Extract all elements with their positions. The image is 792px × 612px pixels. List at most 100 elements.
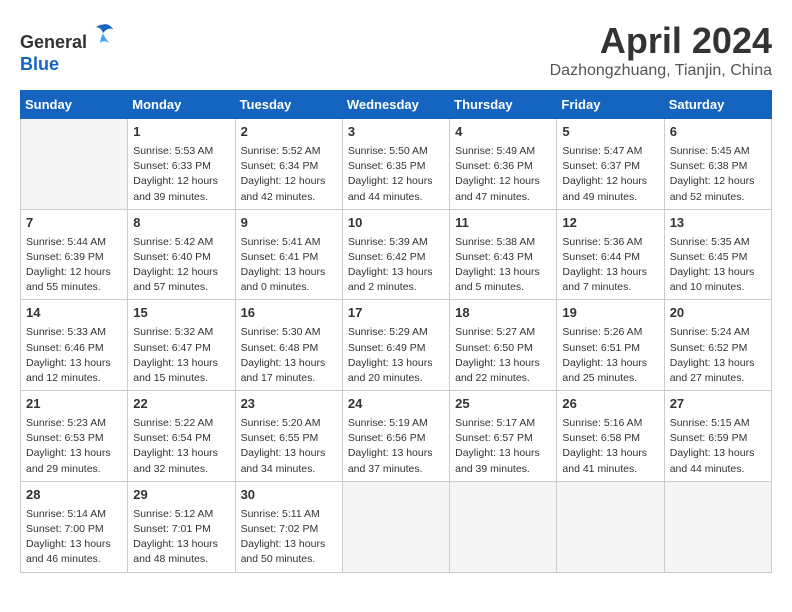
day-info: Sunrise: 5:17 AMSunset: 6:57 PMDaylight:… <box>455 416 551 477</box>
calendar-cell: 7 Sunrise: 5:44 AMSunset: 6:39 PMDaylight… <box>21 209 128 300</box>
calendar-cell: 20Sunrise: 5:24 AMSunset: 6:52 PMDayligh… <box>664 300 771 391</box>
column-header-tuesday: Tuesday <box>235 91 342 119</box>
calendar-cell: 12Sunrise: 5:36 AMSunset: 6:44 PMDayligh… <box>557 209 664 300</box>
column-header-friday: Friday <box>557 91 664 119</box>
column-header-saturday: Saturday <box>664 91 771 119</box>
logo: General Blue <box>20 20 117 75</box>
day-number: 16 <box>241 304 337 323</box>
day-number: 8 <box>133 214 229 233</box>
column-header-sunday: Sunday <box>21 91 128 119</box>
column-header-thursday: Thursday <box>450 91 557 119</box>
calendar-cell: 2 Sunrise: 5:52 AMSunset: 6:34 PMDaylight… <box>235 119 342 210</box>
day-info: Sunrise: 5:50 AMSunset: 6:35 PMDaylight:… <box>348 144 444 205</box>
day-info: Sunrise: 5:14 AMSunset: 7:00 PMDaylight:… <box>26 507 122 568</box>
day-number: 7 <box>26 214 122 233</box>
day-info: Sunrise: 5:53 AMSunset: 6:33 PMDaylight:… <box>133 144 229 205</box>
day-number: 24 <box>348 395 444 414</box>
logo-bird-icon <box>89 20 117 48</box>
calendar-cell: 25 Sunrise: 5:17 AMSunset: 6:57 PMDayligh… <box>450 391 557 482</box>
calendar-cell: 5Sunrise: 5:47 AMSunset: 6:37 PMDaylight… <box>557 119 664 210</box>
calendar-week-row: 7 Sunrise: 5:44 AMSunset: 6:39 PMDaylight… <box>21 209 772 300</box>
calendar-week-row: 14 Sunrise: 5:33 AMSunset: 6:46 PMDayligh… <box>21 300 772 391</box>
day-info: Sunrise: 5:33 AMSunset: 6:46 PMDaylight:… <box>26 325 122 386</box>
calendar-cell: 14 Sunrise: 5:33 AMSunset: 6:46 PMDayligh… <box>21 300 128 391</box>
day-number: 15 <box>133 304 229 323</box>
day-number: 9 <box>241 214 337 233</box>
day-info: Sunrise: 5:27 AMSunset: 6:50 PMDaylight:… <box>455 325 551 386</box>
calendar-cell: 29 Sunrise: 5:12 AMSunset: 7:01 PMDayligh… <box>128 481 235 572</box>
calendar-week-row: 21 Sunrise: 5:23 AMSunset: 6:53 PMDayligh… <box>21 391 772 482</box>
day-info: Sunrise: 5:35 AMSunset: 6:45 PMDaylight:… <box>670 235 766 296</box>
day-number: 17 <box>348 304 444 323</box>
day-info: Sunrise: 5:12 AMSunset: 7:01 PMDaylight:… <box>133 507 229 568</box>
day-info: Sunrise: 5:11 AMSunset: 7:02 PMDaylight:… <box>241 507 337 568</box>
day-number: 21 <box>26 395 122 414</box>
day-number: 13 <box>670 214 766 233</box>
calendar-cell: 21 Sunrise: 5:23 AMSunset: 6:53 PMDayligh… <box>21 391 128 482</box>
day-number: 14 <box>26 304 122 323</box>
day-info: Sunrise: 5:47 AMSunset: 6:37 PMDaylight:… <box>562 144 658 205</box>
day-info: Sunrise: 5:32 AMSunset: 6:47 PMDaylight:… <box>133 325 229 386</box>
calendar-cell: 17 Sunrise: 5:29 AMSunset: 6:49 PMDayligh… <box>342 300 449 391</box>
day-info: Sunrise: 5:22 AMSunset: 6:54 PMDaylight:… <box>133 416 229 477</box>
column-header-wednesday: Wednesday <box>342 91 449 119</box>
calendar-cell: 15 Sunrise: 5:32 AMSunset: 6:47 PMDayligh… <box>128 300 235 391</box>
calendar-cell <box>450 481 557 572</box>
day-number: 23 <box>241 395 337 414</box>
day-number: 10 <box>348 214 444 233</box>
day-info: Sunrise: 5:23 AMSunset: 6:53 PMDaylight:… <box>26 416 122 477</box>
calendar-cell <box>21 119 128 210</box>
day-info: Sunrise: 5:41 AMSunset: 6:41 PMDaylight:… <box>241 235 337 296</box>
calendar-cell: 19 Sunrise: 5:26 AMSunset: 6:51 PMDayligh… <box>557 300 664 391</box>
day-info: Sunrise: 5:20 AMSunset: 6:55 PMDaylight:… <box>241 416 337 477</box>
page-header: General Blue April 2024 Dazhongzhuang, T… <box>20 20 772 80</box>
calendar-header-row: SundayMondayTuesdayWednesdayThursdayFrid… <box>21 91 772 119</box>
day-number: 28 <box>26 486 122 505</box>
day-info: Sunrise: 5:26 AMSunset: 6:51 PMDaylight:… <box>562 325 658 386</box>
calendar-cell: 22 Sunrise: 5:22 AMSunset: 6:54 PMDayligh… <box>128 391 235 482</box>
calendar-table: SundayMondayTuesdayWednesdayThursdayFrid… <box>20 90 772 573</box>
calendar-cell: 13 Sunrise: 5:35 AMSunset: 6:45 PMDayligh… <box>664 209 771 300</box>
day-info: Sunrise: 5:15 AMSunset: 6:59 PMDaylight:… <box>670 416 766 477</box>
calendar-cell: 27 Sunrise: 5:15 AMSunset: 6:59 PMDayligh… <box>664 391 771 482</box>
day-info: Sunrise: 5:29 AMSunset: 6:49 PMDaylight:… <box>348 325 444 386</box>
day-info: Sunrise: 5:49 AMSunset: 6:36 PMDaylight:… <box>455 144 551 205</box>
day-number: 2 <box>241 123 337 142</box>
calendar-week-row: 1 Sunrise: 5:53 AMSunset: 6:33 PMDaylight… <box>21 119 772 210</box>
day-number: 6 <box>670 123 766 142</box>
day-number: 18 <box>455 304 551 323</box>
calendar-cell: 10Sunrise: 5:39 AMSunset: 6:42 PMDayligh… <box>342 209 449 300</box>
day-info: Sunrise: 5:44 AMSunset: 6:39 PMDaylight:… <box>26 235 122 296</box>
day-info: Sunrise: 5:16 AMSunset: 6:58 PMDaylight:… <box>562 416 658 477</box>
day-info: Sunrise: 5:52 AMSunset: 6:34 PMDaylight:… <box>241 144 337 205</box>
month-title: April 2024 <box>550 20 772 62</box>
calendar-cell: 11 Sunrise: 5:38 AMSunset: 6:43 PMDayligh… <box>450 209 557 300</box>
calendar-cell: 30Sunrise: 5:11 AMSunset: 7:02 PMDayligh… <box>235 481 342 572</box>
day-number: 22 <box>133 395 229 414</box>
calendar-cell: 8 Sunrise: 5:42 AMSunset: 6:40 PMDaylight… <box>128 209 235 300</box>
logo-text: General Blue <box>20 20 117 75</box>
day-info: Sunrise: 5:30 AMSunset: 6:48 PMDaylight:… <box>241 325 337 386</box>
calendar-cell: 3Sunrise: 5:50 AMSunset: 6:35 PMDaylight… <box>342 119 449 210</box>
location: Dazhongzhuang, Tianjin, China <box>550 62 772 80</box>
calendar-cell: 23 Sunrise: 5:20 AMSunset: 6:55 PMDayligh… <box>235 391 342 482</box>
day-number: 29 <box>133 486 229 505</box>
calendar-cell <box>342 481 449 572</box>
day-number: 27 <box>670 395 766 414</box>
day-number: 11 <box>455 214 551 233</box>
column-header-monday: Monday <box>128 91 235 119</box>
title-section: April 2024 Dazhongzhuang, Tianjin, China <box>550 20 772 80</box>
calendar-cell: 28 Sunrise: 5:14 AMSunset: 7:00 PMDayligh… <box>21 481 128 572</box>
calendar-cell <box>557 481 664 572</box>
day-number: 20 <box>670 304 766 323</box>
calendar-cell: 18 Sunrise: 5:27 AMSunset: 6:50 PMDayligh… <box>450 300 557 391</box>
day-number: 26 <box>562 395 658 414</box>
day-number: 19 <box>562 304 658 323</box>
calendar-week-row: 28 Sunrise: 5:14 AMSunset: 7:00 PMDayligh… <box>21 481 772 572</box>
day-info: Sunrise: 5:38 AMSunset: 6:43 PMDaylight:… <box>455 235 551 296</box>
day-number: 1 <box>133 123 229 142</box>
calendar-cell: 26 Sunrise: 5:16 AMSunset: 6:58 PMDayligh… <box>557 391 664 482</box>
day-number: 25 <box>455 395 551 414</box>
day-info: Sunrise: 5:42 AMSunset: 6:40 PMDaylight:… <box>133 235 229 296</box>
calendar-cell: 16 Sunrise: 5:30 AMSunset: 6:48 PMDayligh… <box>235 300 342 391</box>
